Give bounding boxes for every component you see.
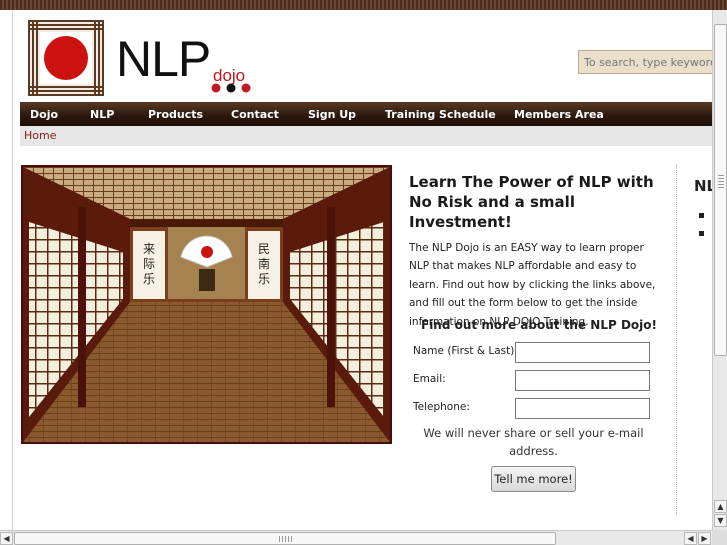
main-content: Learn The Power of NLP with No Risk and … [409,172,664,331]
dojo-illustration [23,167,390,442]
scroll-left-icon[interactable]: ◀ [0,532,13,545]
site-logo[interactable]: NLP dojo [28,20,258,100]
sidebar-divider [676,165,677,515]
scroll-up-icon[interactable]: ▲ [714,500,727,513]
scroll-left-icon-secondary[interactable]: ◀ [684,532,697,545]
name-field[interactable] [515,342,650,363]
vertical-scroll-thumb[interactable] [714,24,727,356]
nav-item-products[interactable]: Products [148,108,203,121]
logo-wordmark: NLP [116,31,211,87]
logo-dots-icon [211,83,251,93]
nav-item-members-area[interactable]: Members Area [514,108,604,121]
breadcrumb-bar: Home [20,126,712,146]
logo-emblem [28,20,104,96]
nav-item-sign-up[interactable]: Sign Up [308,108,356,121]
telephone-label: Telephone: [413,401,470,413]
email-label: Email: [413,373,446,385]
form-title: Find out more about the NLP Dojo! [421,318,657,332]
breadcrumb-home-link[interactable]: Home [24,129,56,142]
email-field[interactable] [515,370,650,391]
dojo-room-image: 来际乐 民南乐 [21,165,392,444]
top-decorative-stripe [0,0,727,10]
horizontal-scrollbar[interactable]: ◀ ◀ ▶ [0,530,712,545]
search-input[interactable] [578,50,718,74]
nav-item-training-schedule[interactable]: Training Schedule [385,108,496,121]
nav-item-nlp[interactable]: NLP [90,108,114,121]
page-headline: Learn The Power of NLP with No Risk and … [409,173,654,231]
name-label: Name (First & Last): [413,345,518,357]
hanging-scroll-right: 民南乐 [257,242,270,286]
telephone-field[interactable] [515,398,650,419]
hanging-scroll-left: 来际乐 [142,242,155,286]
scroll-right-icon[interactable]: ▶ [698,532,711,545]
sidebar-bullet [699,231,704,236]
scroll-down-icon[interactable]: ▼ [714,514,727,527]
horizontal-scroll-thumb[interactable] [14,532,556,545]
submit-button[interactable]: Tell me more! [491,466,576,492]
main-nav: Dojo NLP Products Contact Sign Up Traini… [20,102,712,126]
nav-item-dojo[interactable]: Dojo [30,108,58,121]
scrollbar-corner [712,530,727,545]
vertical-scrollbar[interactable]: ▲ ▼ [712,10,727,530]
privacy-notice: We will never share or sell your e-mail … [423,426,644,458]
nav-item-contact[interactable]: Contact [231,108,279,121]
sidebar-bullet [699,213,704,218]
